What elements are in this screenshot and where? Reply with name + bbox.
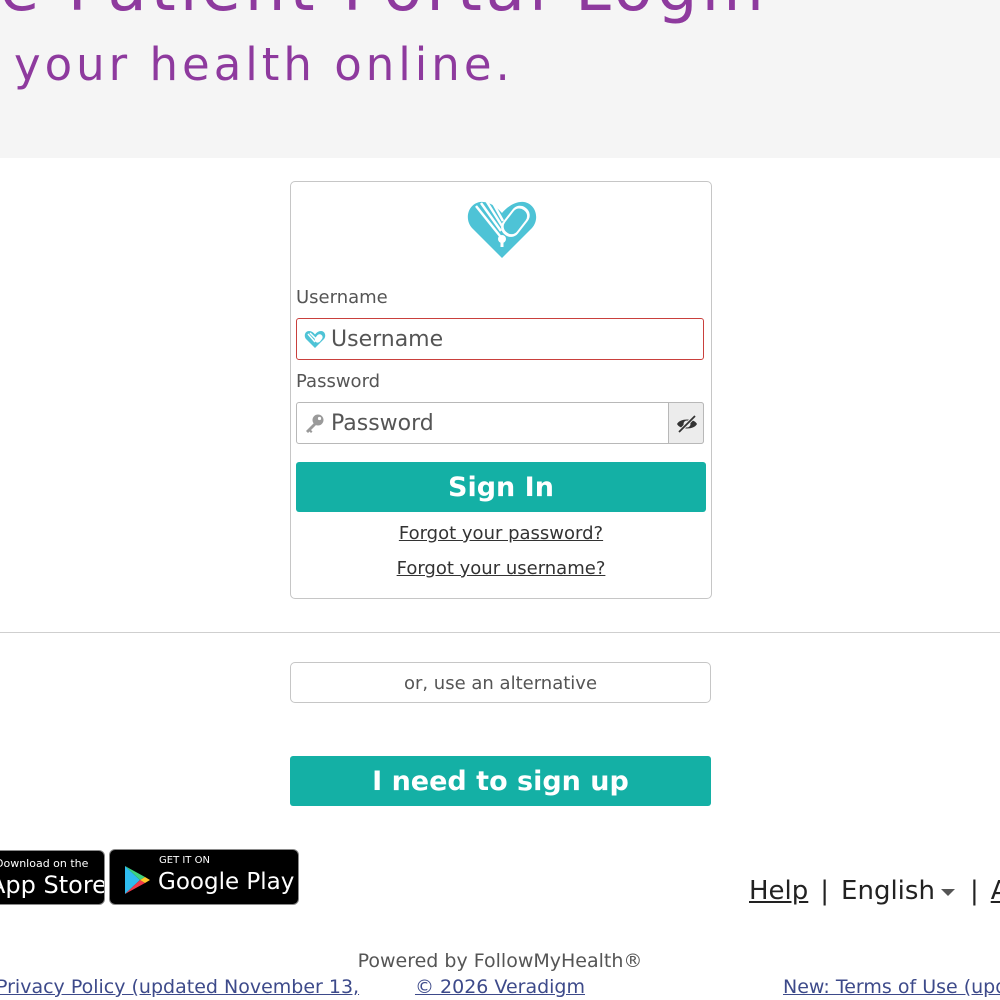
hero-banner: e Patient Portal Login your health onlin… (0, 0, 1000, 158)
app-store-big-text: App Store (0, 871, 105, 899)
password-label: Password (296, 371, 381, 392)
terms-of-use-link[interactable]: New: Terms of Use (updated (783, 976, 1000, 998)
hero-subtitle: your health online. (14, 38, 514, 91)
forgot-password-link[interactable]: Forgot your password? (291, 523, 711, 544)
powered-by-text: Powered by FollowMyHealth® (357, 950, 643, 972)
google-play-icon (125, 866, 150, 894)
app-store-badge[interactable]: Download on the App Store (0, 850, 105, 905)
footer-separator: | (820, 876, 830, 906)
eye-slash-icon (677, 414, 697, 434)
caret-down-icon (940, 888, 955, 896)
username-label: Username (296, 287, 388, 308)
hero-title: e Patient Portal Login (0, 0, 768, 26)
username-input[interactable] (331, 319, 691, 359)
sign-up-button[interactable]: I need to sign up (290, 756, 711, 806)
section-divider (0, 632, 1000, 633)
login-card: Username Password (290, 181, 712, 599)
username-field-wrapper[interactable] (296, 318, 704, 360)
google-play-small-text: GET IT ON (159, 855, 210, 866)
language-label: English (841, 876, 935, 906)
google-play-badge[interactable]: GET IT ON Google Play (109, 849, 299, 905)
page: e Patient Portal Login your health onlin… (0, 0, 1000, 1000)
footer-separator: | (969, 876, 979, 906)
password-field-wrapper[interactable] (296, 402, 704, 444)
help-link[interactable]: Help (749, 876, 808, 906)
key-icon (306, 414, 324, 433)
about-link[interactable]: About (991, 876, 1000, 906)
privacy-policy-link[interactable]: Privacy Policy (updated November 13, (0, 976, 359, 998)
alternative-login-button[interactable]: or, use an alternative (290, 662, 711, 703)
password-input[interactable] (331, 403, 661, 443)
sign-in-button[interactable]: Sign In (296, 462, 706, 512)
forgot-username-link[interactable]: Forgot your username? (291, 558, 711, 579)
google-play-big-text: Google Play (158, 869, 295, 895)
language-selector[interactable]: English (841, 876, 958, 906)
heart-icon (304, 331, 326, 348)
footer-links: Help | English | About (749, 876, 1000, 906)
password-visibility-toggle[interactable] (668, 402, 704, 444)
heart-lock-logo-icon (467, 201, 537, 258)
app-store-small-text: Download on the (0, 857, 89, 870)
